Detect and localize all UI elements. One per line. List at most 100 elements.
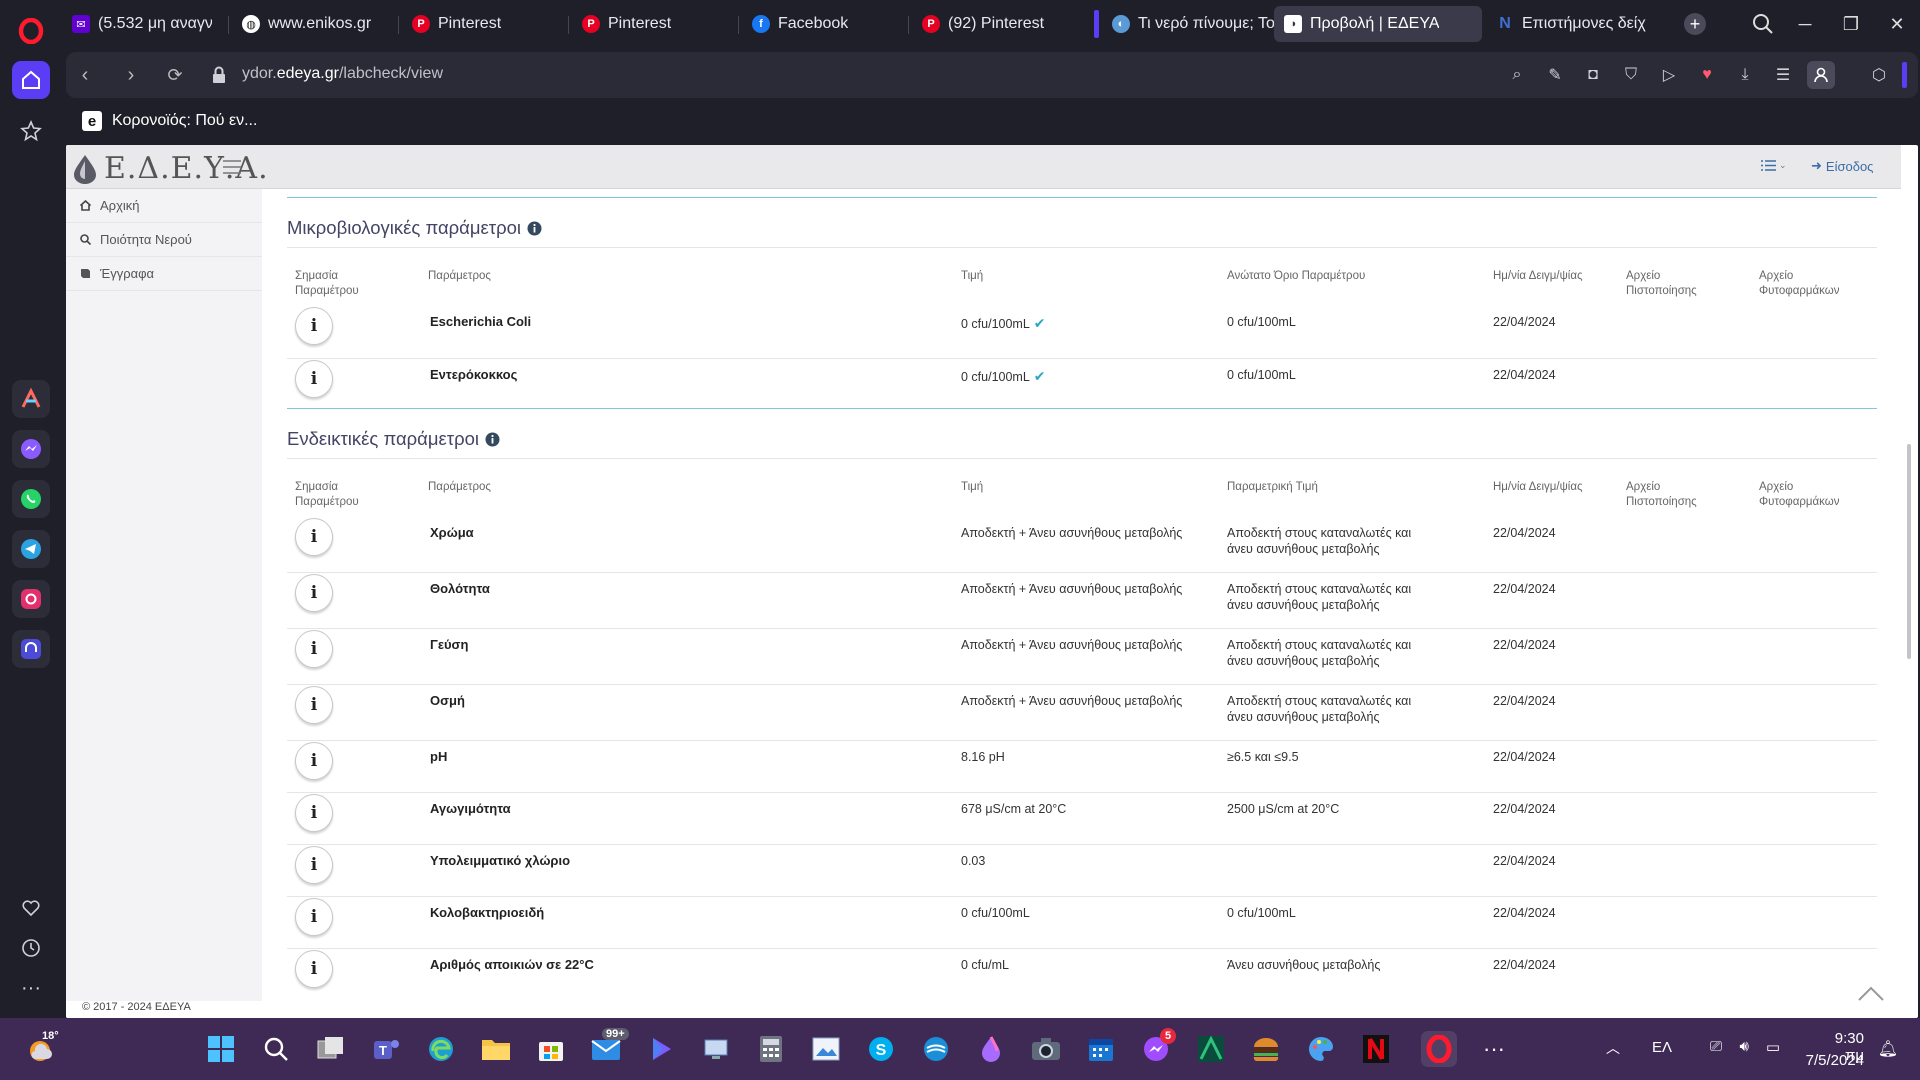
download-icon[interactable]: ⤓ [1734,64,1756,86]
close-icon[interactable]: ✕ [1874,0,1920,48]
weather-app-icon[interactable] [918,1031,954,1067]
instagram-icon[interactable] [12,580,50,618]
photos-icon[interactable] [808,1031,844,1067]
lock-icon[interactable] [212,66,226,89]
sidebar-item-water-quality[interactable]: Ποιότητα Νερού [66,223,262,257]
opera-taskbar-icon[interactable] [1421,1031,1457,1067]
star-icon[interactable] [12,112,50,150]
minimize-icon[interactable]: ─ [1782,0,1828,48]
search-icon[interactable] [258,1031,294,1067]
scroll-to-top-icon[interactable] [1858,985,1884,1006]
search-tabs-icon[interactable] [1752,13,1774,40]
home-icon[interactable] [12,61,50,99]
profile-icon[interactable] [1807,61,1835,89]
telegram-icon[interactable] [12,530,50,568]
send-icon[interactable]: ▷ [1658,64,1680,86]
info-circle-icon[interactable] [527,221,542,236]
paint-drop-icon[interactable] [973,1031,1009,1067]
restore-icon[interactable]: ❐ [1828,0,1874,48]
info-button[interactable]: i [295,686,333,724]
heart-icon[interactable] [12,889,50,927]
tab-yahoo-mail[interactable]: ✉ (5.532 μη αναγνωσμ [62,6,222,42]
camera-icon[interactable]: ◘ [1582,64,1604,86]
windows-taskbar: 18° T 99+ S 5 ··· ︿ ΕΛ ⎚ 🔊︎ ▭ 9:30 πμ 7/… [0,1018,1920,1080]
overflow-icon[interactable]: ··· [1476,1031,1512,1067]
history-icon[interactable] [12,929,50,967]
forward-icon[interactable]: › [116,60,146,90]
language-indicator[interactable]: ΕΛ [1652,1039,1672,1056]
microsoft-store-icon[interactable] [533,1031,569,1067]
sidebar-item-documents[interactable]: Έγγραφα [66,257,262,291]
skype-icon[interactable]: S [863,1031,899,1067]
paint-palette-icon[interactable] [1303,1031,1339,1067]
back-icon[interactable]: ‹ [70,60,100,90]
calculator-icon[interactable] [753,1031,789,1067]
row-divider [287,358,1877,359]
info-button[interactable]: i [295,950,333,988]
param-value: 8.16 pH [961,750,1005,764]
tab-enikos[interactable]: ◍ www.enikos.gr [232,6,392,42]
scroll-thumb[interactable] [1907,444,1911,659]
camera-app-icon[interactable] [1028,1031,1064,1067]
favorite-heart-icon[interactable]: ♥ [1696,64,1718,86]
info-button[interactable]: i [295,898,333,936]
page-scrollbar[interactable] [1901,189,1918,1001]
remote-desktop-icon[interactable] [698,1031,734,1067]
tab-pinterest-1[interactable]: P Pinterest [402,6,562,42]
info-circle-icon[interactable] [485,432,500,447]
messenger-icon[interactable] [12,430,50,468]
task-view-icon[interactable] [313,1031,349,1067]
device-icon[interactable]: ⎚ [1710,1038,1722,1055]
tray-expand-icon[interactable]: ︿ [1606,1038,1620,1058]
edge-icon[interactable] [423,1031,459,1067]
windows-start-icon[interactable] [203,1031,239,1067]
param-name: pH [430,749,448,764]
file-explorer-icon[interactable] [478,1031,514,1067]
whatsapp-icon[interactable] [12,480,50,518]
info-button[interactable]: i [295,794,333,832]
tab-pinterest-3[interactable]: P (92) Pinterest [912,6,1072,42]
info-button[interactable]: i [295,518,333,556]
zoom-search-icon[interactable]: ⌕ [1506,64,1528,86]
burger-game-icon[interactable] [1248,1031,1284,1067]
netflix-icon[interactable] [1358,1031,1394,1067]
notification-bell-icon[interactable]: 🔔︎ [1878,1039,1898,1059]
info-button[interactable]: i [295,574,333,612]
easy-setup-icon[interactable]: ☰ [1772,64,1794,86]
bookmark-item[interactable]: Κορονοϊός: Πού εν... [112,112,257,130]
tab-pinterest-2[interactable]: P Pinterest [572,6,732,42]
info-button[interactable]: i [295,360,333,398]
volume-icon[interactable]: 🔊︎ [1740,1038,1749,1055]
reload-icon[interactable]: ⟳ [160,60,190,90]
info-button[interactable]: i [295,630,333,668]
nvidia-icon[interactable] [1193,1031,1229,1067]
info-button[interactable]: i [295,742,333,780]
sidebar-item-home[interactable]: Αρχική [66,189,262,223]
th-cert: Αρχείο Πιστοποίησης [1626,481,1697,508]
shield-icon[interactable]: ⛉ [1620,64,1642,86]
media-icon[interactable] [643,1031,679,1067]
calendar-icon[interactable] [1083,1031,1119,1067]
sample-date: 22/04/2024 [1493,368,1556,382]
row-divider [287,572,1877,573]
tab-scientists[interactable]: N Επιστήμονες δείχνο [1486,6,1656,42]
teams-icon[interactable]: T [368,1031,404,1067]
aria-icon[interactable] [12,380,50,418]
menu-toggle-icon[interactable] [223,160,241,179]
info-button[interactable]: i [295,307,333,345]
info-button[interactable]: i [295,846,333,884]
player-icon[interactable] [12,630,50,668]
bookmark-e-icon: e [82,111,102,131]
more-icon[interactable]: ··· [12,969,50,1007]
edit-icon[interactable]: ✎ [1544,64,1566,86]
url-field[interactable]: ydor.edeya.gr/labcheck/view [242,65,443,83]
extensions-cube-icon[interactable]: ⬡ [1868,64,1890,86]
login-link[interactable]: ➜ Είσοδος [1811,158,1873,174]
opera-logo-icon[interactable] [12,12,50,50]
tab-facebook[interactable]: f Facebook [742,6,902,42]
tab-edeya[interactable]: ◑ Προβολή | ΕΔΕΥΑ [1274,6,1482,42]
battery-icon[interactable]: ▭ [1766,1038,1780,1056]
clock-date[interactable]: 7/5/2024 [1806,1052,1864,1069]
new-tab-button[interactable]: + [1684,13,1706,35]
list-view-icon[interactable]: ⌄ [1761,160,1787,171]
